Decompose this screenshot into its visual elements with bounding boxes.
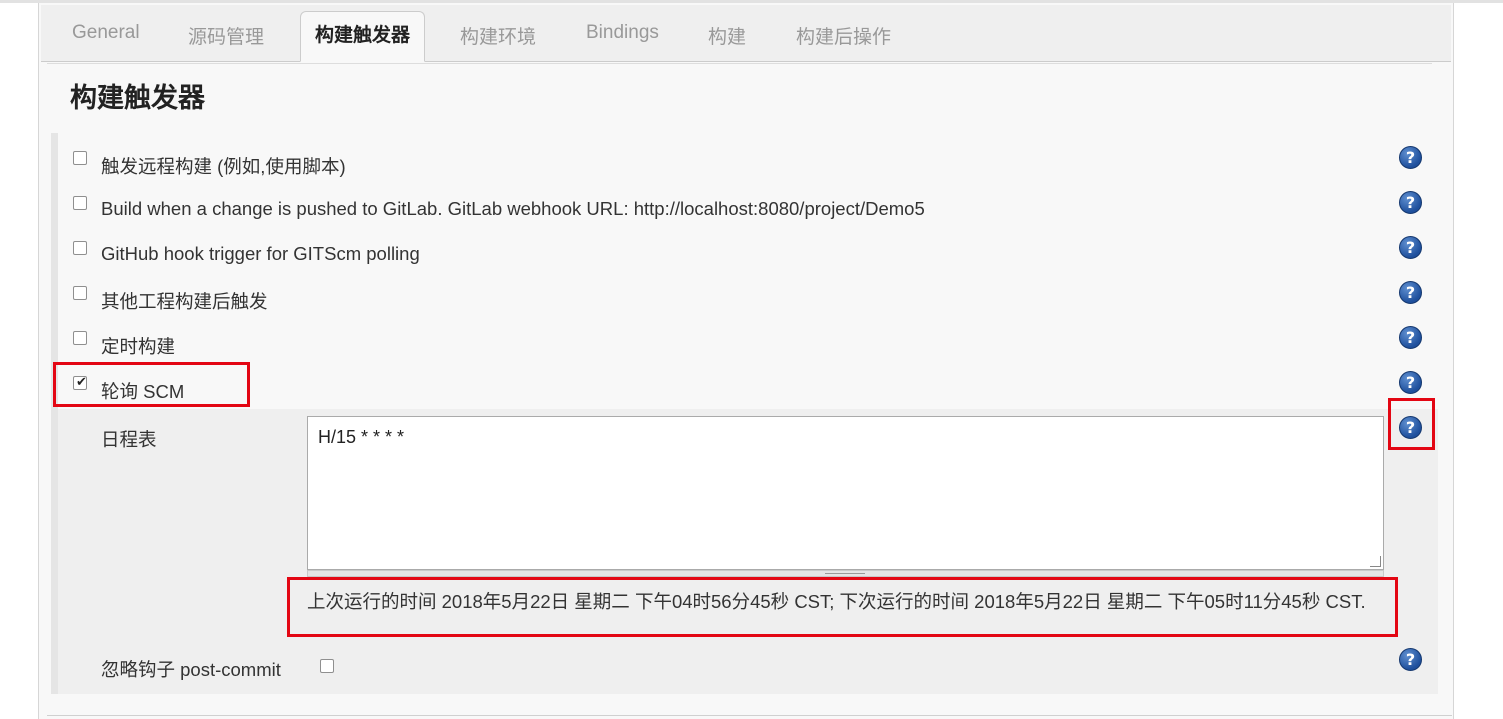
highlight-box-poll-scm: [53, 362, 250, 407]
help-icon[interactable]: ?: [1399, 146, 1422, 169]
trigger-upstream-checkbox[interactable]: [73, 286, 87, 300]
trigger-gitlab-checkbox[interactable]: [73, 196, 87, 210]
ignore-post-commit-label: 忽略钩子 post-commit: [101, 659, 281, 680]
resize-bar: [825, 573, 865, 574]
trigger-row-periodic: 定时构建: [58, 317, 1438, 361]
tab-build-environment[interactable]: 构建环境: [460, 22, 536, 49]
section-title: 构建触发器: [70, 83, 205, 113]
trigger-row-poll-scm: ✔ 轮询 SCM: [58, 362, 1438, 406]
trigger-github-label: GitHub hook trigger for GITScm polling: [101, 243, 420, 264]
help-icon[interactable]: ?: [1399, 191, 1422, 214]
schedule-label: 日程表: [101, 429, 157, 450]
textarea-resize-handle[interactable]: [307, 570, 1384, 577]
trigger-upstream-label: 其他工程构建后触发: [101, 291, 268, 312]
schedule-value: H/15 * * * *: [318, 427, 405, 447]
help-icon[interactable]: ?: [1399, 371, 1422, 394]
tab-general[interactable]: General: [72, 22, 140, 44]
trigger-remote-checkbox[interactable]: [73, 151, 87, 165]
help-icon[interactable]: ?: [1399, 648, 1422, 671]
trigger-github-checkbox[interactable]: [73, 241, 87, 255]
trigger-periodic-checkbox[interactable]: [73, 331, 87, 345]
trigger-row-github: GitHub hook trigger for GITScm polling: [58, 227, 1438, 271]
resize-grip-icon[interactable]: [1370, 556, 1381, 567]
tab-source-management[interactable]: 源码管理: [188, 22, 264, 49]
tab-post-build-actions[interactable]: 构建后操作: [796, 22, 891, 49]
poll-scm-options: 日程表 H/15 * * * * 上次运行的时间 2018年5月22日 星期二 …: [58, 409, 1438, 694]
tab-bindings[interactable]: Bindings: [586, 22, 659, 44]
tab-build-triggers[interactable]: 构建触发器: [300, 11, 426, 62]
ignore-post-commit-checkbox[interactable]: [320, 659, 334, 673]
help-icon[interactable]: ?: [1399, 326, 1422, 349]
trigger-row-upstream: 其他工程构建后触发: [58, 272, 1438, 316]
trigger-periodic-label: 定时构建: [101, 336, 176, 357]
help-icon[interactable]: ?: [1399, 236, 1422, 259]
highlight-box-help: [1388, 398, 1435, 450]
trigger-row-gitlab: Build when a change is pushed to GitLab.…: [58, 182, 1438, 226]
highlight-box-status: [287, 577, 1398, 637]
help-icon[interactable]: ?: [1399, 281, 1422, 304]
trigger-gitlab-label: Build when a change is pushed to GitLab.…: [101, 198, 925, 219]
section-divider: [47, 63, 1432, 64]
trigger-row-remote: 触发远程构建 (例如,使用脚本): [58, 137, 1438, 181]
trigger-remote-label: 触发远程构建 (例如,使用脚本): [101, 156, 346, 177]
tab-bar: General 源码管理 构建触发器 构建环境 Bindings 构建 构建后操…: [41, 5, 1451, 62]
schedule-textarea[interactable]: H/15 * * * *: [307, 416, 1384, 570]
bottom-divider: [47, 715, 1452, 716]
tab-build[interactable]: 构建: [708, 22, 746, 49]
